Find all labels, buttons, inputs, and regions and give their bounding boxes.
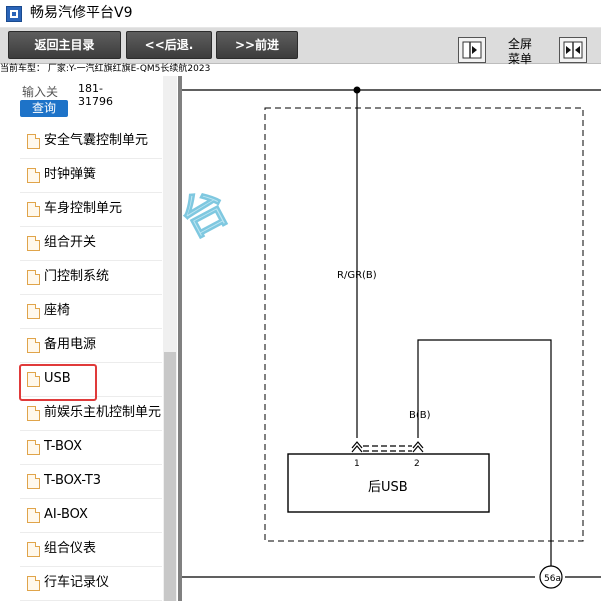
list-item-body-control-unit[interactable]: 车身控制单元 <box>20 193 162 227</box>
expand-panel-button[interactable] <box>458 37 486 63</box>
list-item-t-box[interactable]: T-BOX <box>20 431 162 465</box>
list-item-seat[interactable]: 座椅 <box>20 295 162 329</box>
list-item-label: 门控制系统 <box>44 269 110 284</box>
list-item-door-control-system[interactable]: 门控制系统 <box>20 261 162 295</box>
scrollbar-thumb[interactable] <box>164 352 176 601</box>
panel-expand-icon <box>462 41 482 59</box>
document-icon <box>27 202 40 217</box>
list-item-label: 车身控制单元 <box>44 201 123 216</box>
search-value-line1: 181- <box>78 82 103 95</box>
list-item-front-infotainment-unit[interactable]: 前娱乐主机控制单元 <box>20 397 162 431</box>
document-icon <box>27 168 40 183</box>
app-title: 畅易汽修平台V9 <box>30 5 133 21</box>
document-icon <box>27 134 40 149</box>
component-list: 安全气囊控制单元 时钟弹簧 车身控制单元 组合开关 门控制系统 座椅 备用电源 <box>0 125 162 601</box>
list-item-label: 组合开关 <box>44 235 97 250</box>
search-value-line2: 31796 <box>78 95 113 108</box>
sidebar: 输入关 181- 31796 查询 安全气囊控制单元 时钟弹簧 车身控制单元 组… <box>0 76 178 601</box>
fullscreen-label-line2: 菜单 <box>507 52 532 66</box>
component-label: 后USB <box>368 480 408 495</box>
fullscreen-label-line1: 全屏 <box>507 37 532 51</box>
connector-mark <box>412 441 424 449</box>
selected-item-highlight <box>19 364 97 401</box>
query-button[interactable]: 查询 <box>20 100 68 117</box>
list-item-label: AI-BOX <box>44 507 88 522</box>
wire-b <box>417 339 552 566</box>
wire-label-1: R/GR(B) <box>337 270 377 281</box>
wire-label-2: B(B) <box>409 410 431 421</box>
document-icon <box>27 576 40 591</box>
wiring-diagram: R/GR(B) B(B) 1 2 后USB 56a <box>182 76 601 601</box>
title-bar: 畅易汽修平台V9 <box>0 0 601 28</box>
connector-mark <box>351 441 363 449</box>
list-item-t-box-t3[interactable]: T-BOX-T3 <box>20 465 162 499</box>
search-label: 输入关 <box>22 85 59 99</box>
document-icon <box>27 304 40 319</box>
list-item-clock-spring[interactable]: 时钟弹簧 <box>20 159 162 193</box>
document-icon <box>27 406 40 421</box>
document-icon <box>27 474 40 489</box>
list-item-label: 备用电源 <box>44 337 97 352</box>
app-icon <box>6 6 22 22</box>
list-item-label: T-BOX <box>44 439 82 454</box>
fullscreen-menu-label[interactable]: 全屏 菜单 <box>505 37 535 67</box>
list-item-ai-box[interactable]: AI-BOX <box>20 499 162 533</box>
list-item-label: 行车记录仪 <box>44 575 110 590</box>
document-icon <box>27 270 40 285</box>
fullscreen-button[interactable] <box>559 37 587 63</box>
list-item-combination-switch[interactable]: 组合开关 <box>20 227 162 261</box>
list-item-backup-power[interactable]: 备用电源 <box>20 329 162 363</box>
forward-button[interactable]: >>前进 <box>216 31 298 59</box>
list-item-label: 座椅 <box>44 303 71 318</box>
document-icon <box>27 440 40 455</box>
list-item-dashcam[interactable]: 行车记录仪 <box>20 567 162 601</box>
list-item-label: 安全气囊控制单元 <box>44 133 149 148</box>
list-item-airbag-control-unit[interactable]: 安全气囊控制单元 <box>20 125 162 159</box>
document-icon <box>27 508 40 523</box>
list-item-label: 组合仪表 <box>44 541 97 556</box>
fullscreen-icon <box>563 41 583 59</box>
list-item-label: T-BOX-T3 <box>44 473 102 488</box>
document-icon <box>27 542 40 557</box>
search-input[interactable]: 181- 31796 <box>78 82 114 108</box>
toolbar: 返回主目录 <<后退. >>前进 全屏 菜单 <box>0 28 601 67</box>
home-button[interactable]: 返回主目录 <box>8 31 121 59</box>
wiring-diagram-canvas: R/GR(B) B(B) 1 2 后USB 56a <box>182 86 601 589</box>
document-icon <box>27 236 40 251</box>
back-button[interactable]: <<后退. <box>126 31 212 59</box>
list-item-label: 时钟弹簧 <box>44 167 97 182</box>
ground-label: 56a <box>544 574 561 584</box>
list-item-instrument-cluster[interactable]: 组合仪表 <box>20 533 162 567</box>
pin-label-2: 2 <box>414 459 420 469</box>
current-vehicle-info: 当前车型： 厂家:Y-一汽红旗红旗E-QM5长续航2023 <box>0 64 211 74</box>
pin-label-1: 1 <box>354 459 360 469</box>
sidebar-scrollbar[interactable] <box>163 76 177 601</box>
list-item-label: 前娱乐主机控制单元 <box>44 405 162 420</box>
document-icon <box>27 338 40 353</box>
